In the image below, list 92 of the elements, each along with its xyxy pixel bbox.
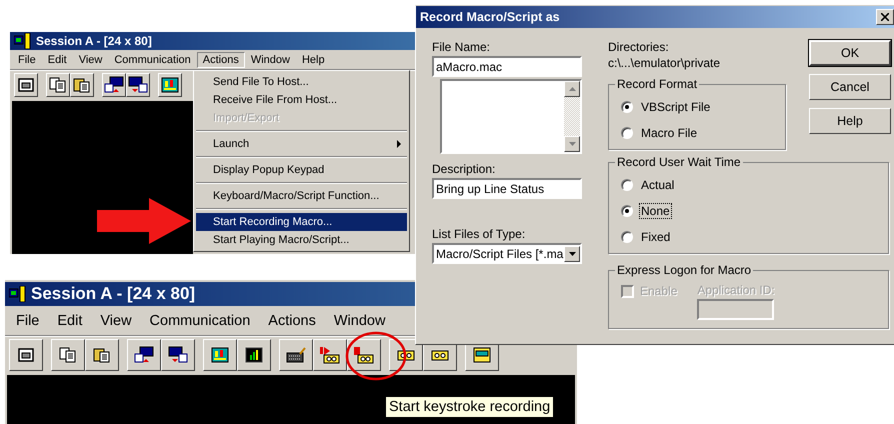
file-list[interactable] xyxy=(440,79,582,154)
clipboard-icon xyxy=(93,347,111,363)
toolbar-button[interactable] xyxy=(161,339,195,371)
window-title: Session A - [24 x 80] xyxy=(36,34,152,48)
dropdown-arrow-icon xyxy=(568,252,576,256)
field-label: List Files of Type: xyxy=(432,227,526,242)
toolbar-button[interactable] xyxy=(127,339,161,371)
screens-icon xyxy=(104,76,124,94)
tooltip: Start keystroke recording xyxy=(385,396,554,418)
file-type-dropdown[interactable]: Macro/Script Files [*.ma xyxy=(432,243,582,264)
menu-item[interactable]: File xyxy=(12,52,42,68)
menu-item[interactable]: Window xyxy=(244,52,296,68)
record-cassette-icon xyxy=(319,346,341,364)
file-name-field[interactable]: aMacro.mac xyxy=(432,56,582,77)
radio-button[interactable] xyxy=(621,127,633,139)
menu-item[interactable]: Actions xyxy=(196,52,245,68)
directory-path: c:\...\emulator\private xyxy=(608,56,722,71)
menu-item[interactable]: View xyxy=(72,52,108,68)
toolbar-button[interactable] xyxy=(158,73,182,97)
app-icon xyxy=(14,33,32,49)
documents-icon xyxy=(59,347,77,363)
toolbar-button[interactable] xyxy=(85,339,119,371)
menu-item[interactable]: Window xyxy=(324,311,394,331)
toolbar-button[interactable] xyxy=(9,339,43,371)
application-id-field[interactable] xyxy=(697,299,774,320)
menu-item[interactable]: Communication xyxy=(140,311,260,331)
screens-icon xyxy=(168,346,188,364)
menu-option[interactable]: Send File To Host... xyxy=(196,73,407,91)
cassette-icon xyxy=(430,349,450,361)
menu-item[interactable]: Communication xyxy=(108,52,197,68)
menu-option[interactable]: Receive File From Host... xyxy=(196,91,407,109)
menu-item[interactable]: View xyxy=(91,311,141,331)
field-label: Directories: xyxy=(608,40,670,55)
menu-option[interactable]: Launch xyxy=(196,135,407,153)
group-title: Record Format xyxy=(615,77,700,91)
monitor-icon xyxy=(18,348,34,362)
panel-icon xyxy=(473,347,491,363)
radio-label[interactable]: Macro File xyxy=(639,125,700,141)
radio-label[interactable]: VBScript File xyxy=(639,99,712,115)
toolbar-button[interactable] xyxy=(237,339,271,371)
close-icon[interactable] xyxy=(876,9,894,25)
toolbar-button[interactable] xyxy=(46,73,70,97)
bars-icon xyxy=(245,347,263,363)
menu-option[interactable]: Start Recording Macro... xyxy=(196,213,407,231)
screens-icon xyxy=(128,76,148,94)
radio-button[interactable] xyxy=(621,231,633,243)
app-icon xyxy=(9,286,27,302)
menu-option[interactable]: Display Popup Keypad xyxy=(196,161,407,179)
field-label: Description: xyxy=(432,162,496,177)
menu-item[interactable]: Help xyxy=(296,52,331,68)
toolbar-button[interactable] xyxy=(347,339,381,371)
menu-option[interactable]: Start Playing Macro/Script... xyxy=(196,231,407,249)
toolbar-button[interactable] xyxy=(279,339,313,371)
scrollbar[interactable] xyxy=(564,81,580,152)
description-field[interactable]: Bring up Line Status xyxy=(432,178,582,199)
toolbar-button[interactable] xyxy=(102,73,126,97)
radio-button[interactable] xyxy=(621,179,633,191)
up-arrow-icon xyxy=(568,87,576,91)
monitor-icon xyxy=(18,78,34,92)
radio-button[interactable] xyxy=(621,101,633,113)
clipboard-icon xyxy=(73,77,91,93)
dialog-button[interactable]: Cancel xyxy=(809,74,891,100)
toolbar-button[interactable] xyxy=(70,73,94,97)
stop-cassette-icon xyxy=(353,346,375,364)
radio-label[interactable]: Fixed xyxy=(639,229,672,245)
toolbar-button[interactable] xyxy=(51,339,85,371)
toolbar-button[interactable] xyxy=(126,73,150,97)
menu-item[interactable]: Edit xyxy=(48,311,92,331)
screens-icon xyxy=(134,346,154,364)
toolbar-button[interactable] xyxy=(14,73,38,97)
menu-item[interactable]: Actions xyxy=(259,311,325,331)
toolbar-button[interactable] xyxy=(203,339,237,371)
dialog-button[interactable]: OK xyxy=(809,40,891,66)
menu-option[interactable]: Keyboard/Macro/Script Function... xyxy=(196,187,407,205)
menu-item[interactable]: File xyxy=(7,311,48,331)
radio-label[interactable]: None xyxy=(639,203,672,219)
dialog-title: Record Macro/Script as xyxy=(420,10,560,24)
radio-label[interactable]: Actual xyxy=(639,177,676,193)
radio-button[interactable] xyxy=(621,205,633,217)
group-title: Record User Wait Time xyxy=(615,155,743,169)
documents-icon xyxy=(49,77,67,93)
color-chart-icon xyxy=(211,347,229,363)
toolbar-button[interactable] xyxy=(313,339,347,371)
field-label: File Name: xyxy=(432,40,492,55)
group-title: Express Logon for Macro xyxy=(615,263,754,277)
menu-item[interactable]: Edit xyxy=(42,52,73,68)
keyboard-icon xyxy=(286,347,306,363)
highlight-circle xyxy=(345,331,407,381)
down-arrow-icon xyxy=(568,142,576,146)
window-title: Session A - [24 x 80] xyxy=(31,284,196,304)
color-chart-icon xyxy=(161,77,179,93)
dialog-button[interactable]: Help xyxy=(809,108,891,134)
